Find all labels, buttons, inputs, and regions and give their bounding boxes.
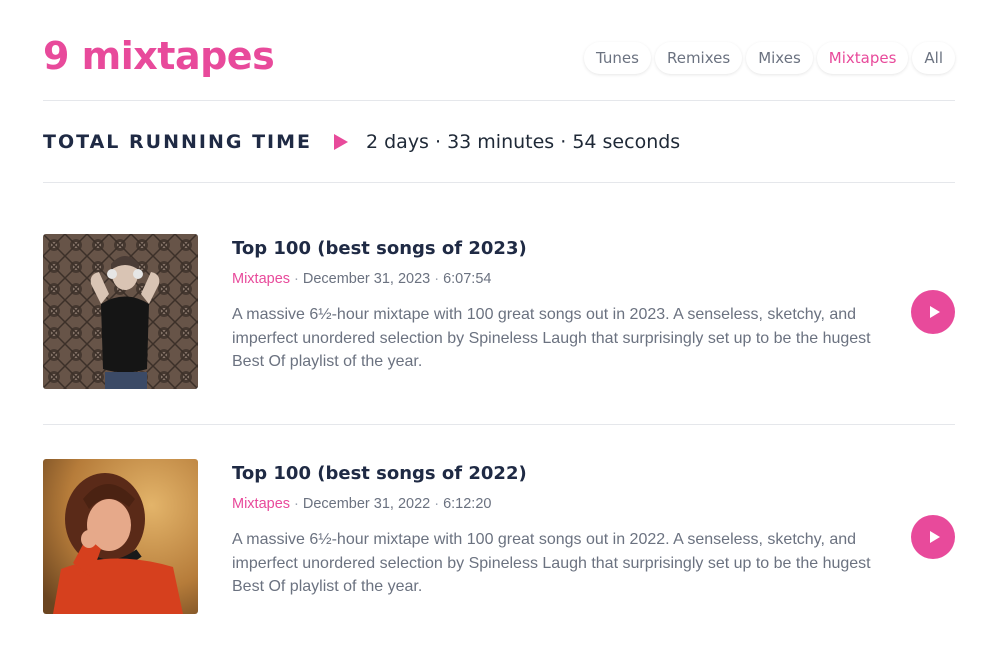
header-divider xyxy=(43,100,955,101)
mixtape-description: A massive 6½-hour mixtape with 100 great… xyxy=(232,306,871,370)
filter-mixtapes[interactable]: Mixtapes xyxy=(816,42,909,74)
total-running-time: TOTAL RUNNING TIME 2 days · 33 minutes ·… xyxy=(43,128,680,156)
cover-photo-2022 xyxy=(43,459,198,614)
filter-all[interactable]: All xyxy=(912,42,955,74)
mixtape-cover-image[interactable] xyxy=(43,459,198,614)
play-icon xyxy=(929,531,940,543)
mixtape-category[interactable]: Mixtapes xyxy=(232,271,290,287)
play-icon xyxy=(929,306,940,318)
mixtape-item: Top 100 (best songs of 2022) Mixtapes · De… xyxy=(43,459,955,615)
running-time-value: 2 days · 33 minutes · 54 seconds xyxy=(365,131,681,153)
mixtape-duration: 6:12:20 xyxy=(443,496,492,512)
filter-tunes[interactable]: Tunes xyxy=(584,42,651,74)
play-button[interactable] xyxy=(911,515,955,559)
mixtape-item: Top 100 (best songs of 2023) Mixtapes · De… xyxy=(43,234,955,390)
item-divider xyxy=(43,424,955,425)
filter-remixes[interactable]: Remixes xyxy=(654,42,743,74)
mixtape-duration: 6:07:54 xyxy=(443,271,492,287)
summary-divider xyxy=(43,182,955,183)
play-button[interactable] xyxy=(911,290,955,334)
play-icon xyxy=(333,134,348,150)
meta-separator: · xyxy=(294,271,299,287)
mixtape-title[interactable]: Top 100 (best songs of 2022) xyxy=(232,461,872,487)
meta-separator: · xyxy=(434,271,440,287)
cover-photo-2023 xyxy=(43,234,198,389)
mixtape-cover-image[interactable] xyxy=(43,234,198,389)
filter-mixes[interactable]: Mixes xyxy=(746,42,813,74)
mixtape-date: December 31, 2022 xyxy=(302,496,431,512)
meta-separator: · xyxy=(434,496,440,512)
mixtape-title[interactable]: Top 100 (best songs of 2023) xyxy=(232,236,872,262)
mixtape-description: A massive 6½-hour mixtape with 100 great… xyxy=(232,531,871,595)
mixtape-details: Top 100 (best songs of 2022) Mixtapes · De… xyxy=(232,461,872,599)
mixtape-category[interactable]: Mixtapes xyxy=(232,496,290,512)
page-title: 9 mixtapes xyxy=(43,34,275,78)
mixtape-meta: Mixtapes · December 31, 2023 · 6:07:54 xyxy=(232,269,872,289)
meta-separator: · xyxy=(294,496,299,512)
page-header: 9 mixtapes Tunes Remixes Mixes Mixtapes … xyxy=(43,30,955,90)
mixtape-date: December 31, 2023 xyxy=(302,271,431,287)
filter-tabs: Tunes Remixes Mixes Mixtapes All xyxy=(584,42,955,74)
mixtape-meta: Mixtapes · December 31, 2022 · 6:12:20 xyxy=(232,494,872,514)
mixtape-details: Top 100 (best songs of 2023) Mixtapes · De… xyxy=(232,236,872,374)
running-time-label: TOTAL RUNNING TIME xyxy=(43,131,312,153)
